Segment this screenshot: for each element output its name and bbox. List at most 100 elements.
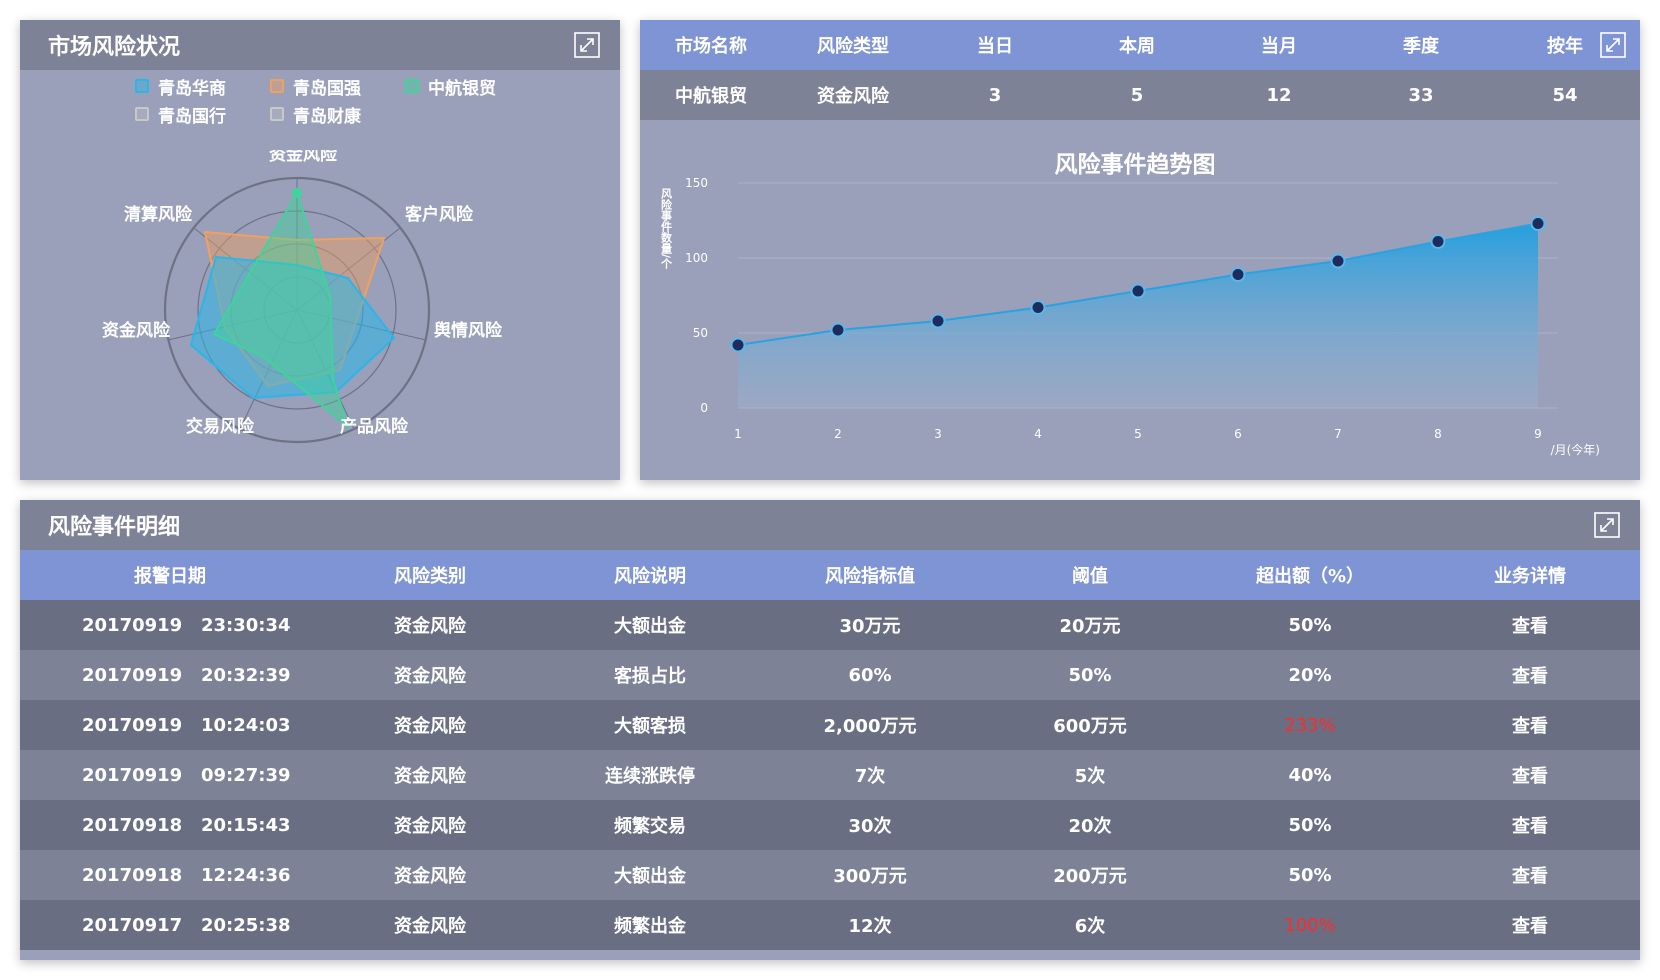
summary-header-cell: 当月 [1261, 36, 1297, 57]
summary-cell: 33 [1408, 84, 1434, 106]
legend-item-qingdao-huashang[interactable]: 青岛华商 [135, 74, 270, 99]
table-cell: 50% [1068, 664, 1112, 686]
table-header-cell: 风险类别 [394, 566, 466, 587]
x-tick-label: 1 [734, 427, 742, 441]
legend-item-qingdao-guoqiang[interactable]: 青岛国强 [270, 74, 405, 99]
risk-detail-title: 风险事件明细 [20, 500, 1640, 550]
data-point[interactable] [1130, 283, 1146, 299]
summary-header-cell: 季度 [1403, 36, 1439, 57]
data-point[interactable] [1030, 300, 1046, 315]
radar-axis-label: 交易风险 [186, 416, 255, 437]
table-cell: 20170918 20:15:43 [82, 814, 291, 836]
view-details-link[interactable]: 查看 [1420, 612, 1640, 638]
table-cell: 20170918 12:24:36 [82, 864, 291, 886]
legend-swatch [270, 79, 284, 93]
legend-item-qingdao-caikang[interactable]: 青岛财康 [270, 102, 405, 127]
expand-icon[interactable] [1594, 512, 1620, 538]
summary-cell: 资金风险 [817, 86, 889, 107]
market-risk-title: 市场风险状况 [20, 20, 620, 70]
legend-label: 青岛财康 [293, 106, 361, 127]
view-details-link[interactable]: 查看 [1420, 862, 1640, 888]
x-tick-label: 7 [1334, 427, 1342, 441]
table-cell: 50% [1288, 814, 1332, 836]
table-cell: 20% [1288, 664, 1332, 686]
table-body: 20170919 23:30:34 资金风险 大额出金 30万元 20万元 50% 查看 20… [20, 600, 1640, 950]
table-cell: 6次 [1074, 916, 1106, 937]
table-cell: 2,000万元 [823, 716, 917, 737]
exceed-pct-highlight: 233% [1284, 714, 1336, 736]
table-header-cell: 风险指标值 [825, 566, 915, 587]
table-row: 20170918 20:15:43 资金风险 频繁交易 30次 20次 50% 查看 [20, 800, 1640, 850]
table-cell: 资金风险 [394, 616, 466, 637]
chart-title: 风险事件趋势图 [1055, 151, 1216, 178]
table-cell: 大额出金 [614, 616, 686, 637]
table-cell: 客损占比 [614, 666, 686, 687]
table-header: 报警日期 风险类别 风险说明 风险指标值 阈值 超出额（%） 业务详情 [20, 550, 1640, 600]
data-point[interactable] [1330, 253, 1346, 269]
table-row: 20170919 23:30:34 资金风险 大额出金 30万元 20万元 50% 查看 [20, 600, 1640, 650]
view-details-link[interactable]: 查看 [1420, 912, 1640, 938]
data-point[interactable] [1530, 216, 1546, 231]
expand-icon[interactable] [574, 32, 600, 58]
radar-legend: 青岛华商 青岛国强 中航银贸 青岛国行 青岛财康 [135, 74, 555, 127]
risk-trend-panel: 市场名称 风险类型 当日 本周 当月 季度 按年 中航银贸 资金风险 3 5 1… [640, 20, 1640, 480]
radar-axis-label: 清算风险 [124, 204, 193, 225]
summary-header-cell: 本周 [1119, 36, 1155, 57]
table-cell: 20次 [1068, 816, 1112, 837]
view-details-link[interactable]: 查看 [1420, 662, 1640, 688]
table-row: 20170917 20:25:38 资金风险 频繁出金 12次 6次 100% 查看 [20, 900, 1640, 950]
data-point[interactable] [1430, 234, 1446, 249]
data-point[interactable] [930, 313, 946, 329]
legend-label: 青岛国强 [293, 78, 361, 99]
data-point[interactable] [730, 337, 746, 353]
radar-axis-label: 舆情风险 [434, 320, 503, 341]
summary-header-cell: 市场名称 [675, 36, 747, 57]
x-tick-label: 5 [1134, 427, 1142, 441]
table-cell: 40% [1288, 764, 1332, 786]
radar-point [292, 188, 302, 198]
radar-axis-label: 产品风险 [340, 416, 409, 437]
expand-icon[interactable] [1600, 32, 1626, 58]
table-cell: 50% [1288, 864, 1332, 886]
view-details-link[interactable]: 查看 [1420, 762, 1640, 788]
table-cell: 连续涨跌停 [605, 766, 695, 787]
y-axis-label: 风险事件数量/个 [660, 187, 674, 269]
legend-swatch [135, 107, 149, 121]
x-tick-label: 8 [1434, 427, 1442, 441]
summary-cell: 5 [1130, 84, 1144, 106]
data-point[interactable] [830, 322, 846, 338]
radar-axis-label: 客户风险 [404, 204, 474, 225]
table-cell: 大额出金 [614, 866, 686, 887]
y-tick-label: 100 [685, 251, 708, 265]
radar-chart: 资金风险 客户风险 舆情风险 产品风险 交易风险 资金风险 清算风险 [102, 150, 503, 444]
table-header-cell: 阈值 [1072, 566, 1108, 587]
legend-item-qingdao-guohang[interactable]: 青岛国行 [135, 102, 270, 127]
table-header-cell: 超出额（%） [1255, 566, 1365, 587]
table-cell: 20170919 09:27:39 [82, 764, 291, 786]
table-cell: 30次 [848, 816, 892, 837]
table-header-cell: 风险说明 [614, 566, 686, 587]
table-cell: 20万元 [1059, 616, 1121, 637]
table-cell: 12次 [848, 916, 892, 937]
x-axis-label: /月(今年) [1551, 442, 1600, 457]
view-details-link[interactable]: 查看 [1420, 812, 1640, 838]
risk-detail-panel: 风险事件明细 报警日期 风险类别 风险说明 风险指标值 阈值 超出额（%） 业务… [20, 500, 1640, 960]
table-row: 20170919 10:24:03 资金风险 大额客损 2,000万元 600万元 233… [20, 700, 1640, 750]
table-row: 20170918 12:24:36 资金风险 大额出金 300万元 200万元 50% 查看 [20, 850, 1640, 900]
table-cell: 5次 [1074, 766, 1106, 787]
table-cell: 20170919 20:32:39 [82, 664, 291, 686]
x-tick-label: 9 [1534, 427, 1542, 441]
area-fill [738, 223, 1538, 408]
summary-header: 市场名称 风险类型 当日 本周 当月 季度 按年 [640, 20, 1640, 70]
x-tick-label: 6 [1234, 427, 1242, 441]
legend-item-zhonghang-yinmao[interactable]: 中航银贸 [405, 74, 540, 99]
table-cell: 资金风险 [394, 666, 466, 687]
legend-swatch [270, 107, 284, 121]
table-cell: 大额客损 [614, 716, 686, 737]
view-details-link[interactable]: 查看 [1420, 712, 1640, 738]
data-point[interactable] [1230, 267, 1246, 282]
y-tick-label: 150 [685, 176, 708, 190]
summary-cell: 3 [988, 84, 1002, 106]
summary-header-cell: 当日 [977, 36, 1013, 57]
trend-chart: 风险事件趋势图 风险事件数量/个 1 2 3 4 5 6 7 8 9 0 50 100 150 /月(… [660, 151, 1601, 457]
